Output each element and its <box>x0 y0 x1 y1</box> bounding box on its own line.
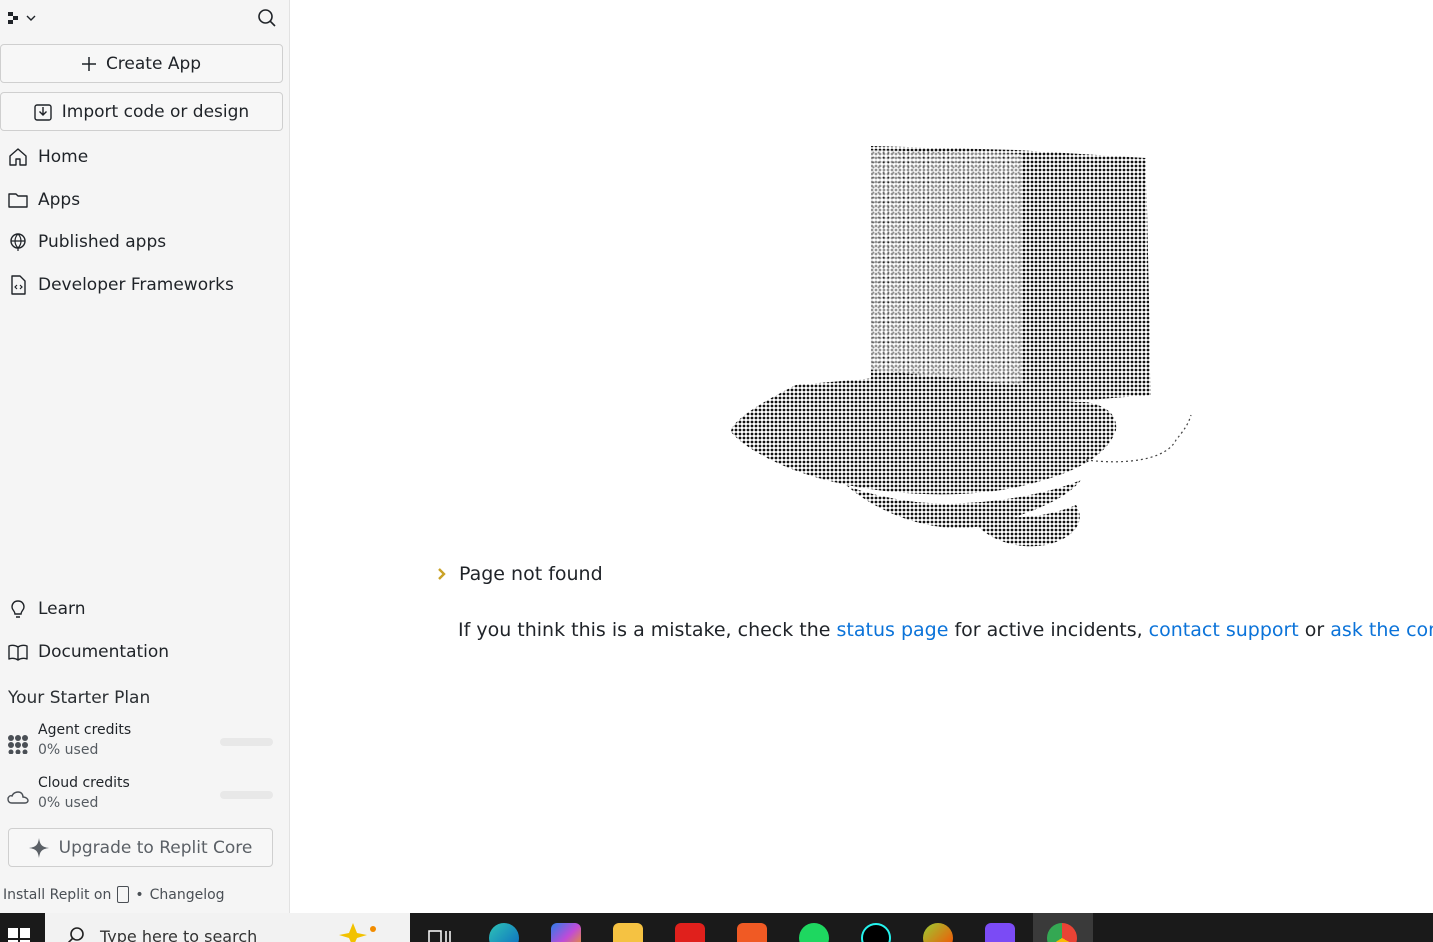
sidebar: Create App Import code or design Home Ap… <box>0 0 290 913</box>
app-icon[interactable] <box>923 923 953 942</box>
cloud-icon <box>7 791 29 804</box>
import-icon <box>34 103 52 121</box>
agent-credits-icon <box>8 735 28 754</box>
sparkle-icon <box>28 837 49 858</box>
message-prefix: If you think this is a mistake, check th… <box>458 619 837 641</box>
sidebar-item-documentation[interactable]: Documentation <box>0 635 288 669</box>
contact-support-link[interactable]: contact support <box>1149 619 1299 641</box>
not-found-heading: Page not found <box>437 563 603 585</box>
code-file-icon <box>11 275 26 295</box>
sidebar-item-published-apps[interactable]: Published apps <box>0 225 288 259</box>
plus-icon <box>81 56 96 71</box>
chevron-down-icon <box>26 15 36 21</box>
search-highlight-icon <box>339 923 376 942</box>
folder-icon <box>8 193 28 208</box>
sidebar-item-label: Learn <box>38 599 86 619</box>
sidebar-item-apps[interactable]: Apps <box>0 183 288 217</box>
sidebar-item-label: Documentation <box>38 642 170 662</box>
chevron-right-icon <box>438 568 446 580</box>
phone-icon <box>117 886 130 903</box>
sidebar-item-learn[interactable]: Learn <box>0 592 288 626</box>
sidebar-item-label: Published apps <box>38 232 167 252</box>
credit-progress-bar <box>220 738 273 746</box>
credit-usage: 0% used <box>38 795 99 811</box>
credit-name: Cloud credits <box>38 775 130 791</box>
lightbulb-icon <box>11 600 25 618</box>
spotify-icon[interactable] <box>799 923 829 942</box>
windows-start-icon[interactable] <box>8 928 30 942</box>
proton-pass-icon[interactable] <box>985 923 1015 942</box>
taskbar-search[interactable]: Type here to search <box>45 913 410 942</box>
create-app-label: Create App <box>105 53 202 74</box>
search-icon <box>258 9 276 27</box>
cloud-credits[interactable]: Cloud credits 0% used <box>0 775 288 819</box>
status-page-link[interactable]: status page <box>837 619 949 641</box>
search-icon <box>67 927 84 942</box>
task-view-icon[interactable] <box>428 930 452 942</box>
credit-progress-bar <box>220 791 273 799</box>
search-button[interactable] <box>256 7 278 29</box>
book-icon <box>8 644 28 661</box>
footer-separator: • <box>135 886 144 903</box>
plan-title: Your Starter Plan <box>8 688 151 708</box>
changelog-link[interactable]: Changelog <box>150 887 225 903</box>
not-found-text: Page not found <box>459 563 603 585</box>
message-or: or <box>1298 619 1331 641</box>
sidebar-footer: Install Replit on • Changelog <box>3 886 225 903</box>
tiktok-icon[interactable] <box>861 923 891 942</box>
upgrade-label: Upgrade to Replit Core <box>58 837 253 858</box>
credit-usage: 0% used <box>38 742 99 758</box>
taskbar-search-placeholder: Type here to search <box>100 927 258 942</box>
edge-browser-icon[interactable] <box>489 923 519 942</box>
globe-icon <box>10 233 26 251</box>
credit-name: Agent credits <box>38 722 132 738</box>
sidebar-item-developer-frameworks[interactable]: Developer Frameworks <box>0 268 288 302</box>
home-icon <box>9 148 27 166</box>
message-middle: for active incidents, <box>948 619 1149 641</box>
replit-logo-icon <box>8 11 22 25</box>
copilot-icon[interactable] <box>551 923 581 942</box>
agent-credits[interactable]: Agent credits 0% used <box>0 722 288 766</box>
error-message: If you think this is a mistake, check th… <box>458 619 1433 641</box>
create-app-button[interactable]: Create App <box>0 44 283 83</box>
sidebar-item-label: Home <box>38 147 89 167</box>
install-replit-link[interactable]: Install Replit on <box>3 887 111 903</box>
upgrade-button[interactable]: Upgrade to Replit Core <box>8 828 273 867</box>
workspace-switcher[interactable] <box>8 10 42 26</box>
wps-office-icon[interactable] <box>675 923 705 942</box>
sidebar-item-label: Apps <box>38 190 81 210</box>
ask-community-link[interactable]: ask the communit <box>1330 619 1433 641</box>
sidebar-item-label: Developer Frameworks <box>38 275 234 295</box>
sidebar-header <box>0 0 290 36</box>
import-code-label: Import code or design <box>61 101 250 122</box>
file-explorer-icon[interactable] <box>613 923 643 942</box>
import-code-button[interactable]: Import code or design <box>0 92 283 131</box>
main-content: Page not found If you think this is a mi… <box>291 0 1433 913</box>
windows-taskbar: Type here to search <box>0 913 1433 942</box>
sidebar-item-home[interactable]: Home <box>0 140 288 174</box>
brave-browser-icon[interactable] <box>737 923 767 942</box>
top-hat-ascii-illustration <box>731 146 1192 547</box>
